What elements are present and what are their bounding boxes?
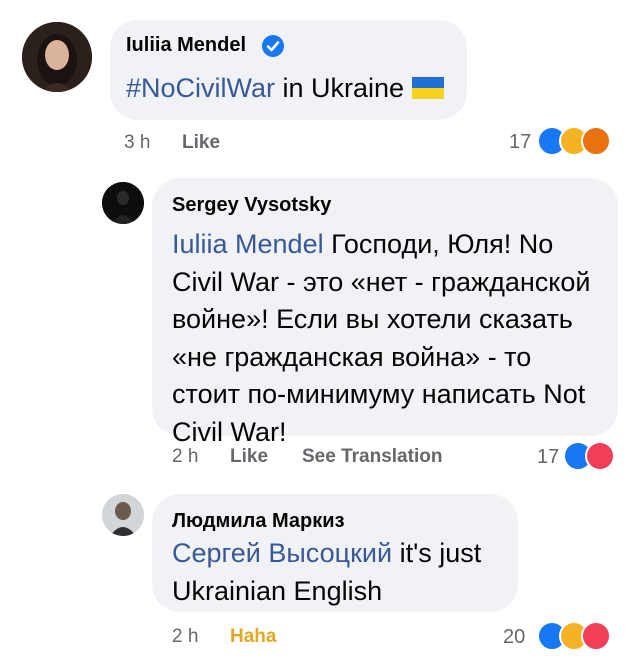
avatar-photo-icon bbox=[22, 22, 92, 92]
like-button-1[interactable]: Like bbox=[182, 132, 220, 154]
see-translation-button[interactable]: See Translation bbox=[302, 446, 442, 468]
reaction-count-3[interactable]: 20 bbox=[503, 626, 525, 649]
haha-reaction-button[interactable]: Haha bbox=[230, 626, 276, 648]
verified-badge-icon bbox=[262, 35, 284, 57]
avatar-photo-icon bbox=[102, 494, 144, 536]
love-reaction-icon bbox=[585, 441, 615, 471]
reactions-3[interactable] bbox=[537, 621, 627, 651]
avatar-sergey-vysotsky[interactable] bbox=[102, 182, 144, 224]
comment-author-3[interactable]: Людмила Маркиз bbox=[172, 510, 345, 533]
comment-text-2: Iuliia Mendel Господи, Юля! No Civil War… bbox=[172, 226, 604, 451]
reaction-count-1[interactable]: 17 bbox=[509, 131, 531, 154]
like-button-2[interactable]: Like bbox=[230, 446, 268, 468]
hashtag-link[interactable]: #NoCivilWar bbox=[126, 73, 275, 103]
reactions-2[interactable] bbox=[563, 441, 623, 471]
comment-time-3[interactable]: 2 h bbox=[172, 626, 198, 648]
comment-time-2[interactable]: 2 h bbox=[172, 446, 198, 468]
ukraine-flag-icon bbox=[411, 72, 444, 99]
avatar-photo-icon bbox=[102, 182, 144, 224]
comment-text-1: #NoCivilWar in Ukraine bbox=[126, 70, 466, 108]
love-reaction-icon bbox=[581, 621, 611, 651]
comment-body-1: in Ukraine bbox=[275, 73, 412, 103]
reactions-1[interactable] bbox=[537, 126, 627, 156]
reaction-count-2[interactable]: 17 bbox=[537, 446, 559, 469]
comment-body-2: Господи, Юля! No Civil War - это «нет - … bbox=[172, 229, 591, 447]
comment-author-1[interactable]: Iuliia Mendel bbox=[126, 34, 246, 57]
avatar-lyudmila-markiz[interactable] bbox=[102, 494, 144, 536]
mention-link[interactable]: Сергей Высоцкий bbox=[172, 538, 392, 568]
angry-reaction-icon bbox=[581, 126, 611, 156]
comment-author-2[interactable]: Sergey Vysotsky bbox=[172, 194, 331, 217]
mention-link[interactable]: Iuliia Mendel bbox=[172, 229, 324, 259]
comment-text-3: Сергей Высоцкий it's just Ukrainian Engl… bbox=[172, 535, 512, 610]
comment-time-1[interactable]: 3 h bbox=[124, 132, 150, 154]
avatar-iuliia-mendel[interactable] bbox=[22, 22, 92, 92]
